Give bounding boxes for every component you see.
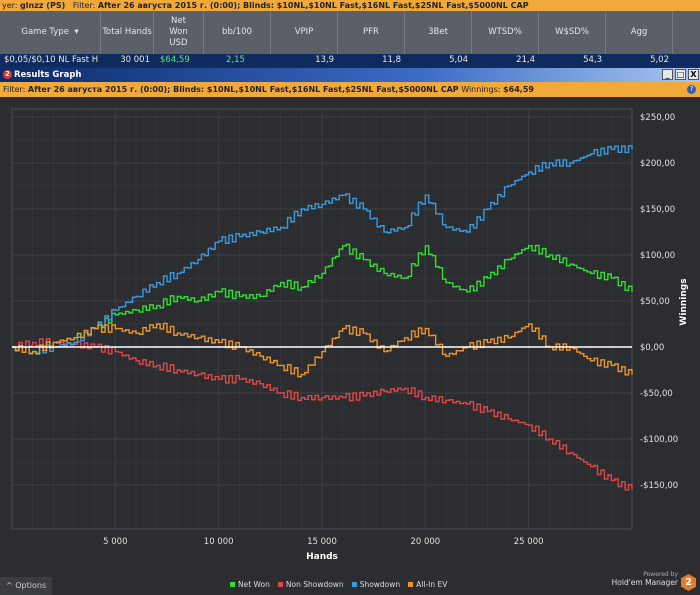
- player-label: yer:: [2, 1, 18, 10]
- legend-swatch: [351, 582, 357, 587]
- legend-item[interactable]: Net Won: [230, 580, 270, 589]
- legend-swatch: [277, 582, 283, 587]
- maximize-button[interactable]: □: [675, 69, 686, 80]
- close-button[interactable]: X: [688, 69, 699, 80]
- legend-swatch: [230, 582, 235, 587]
- y-tick-label: $50,00: [640, 297, 670, 307]
- graph-filter-bar: Filter: After 26 августа 2015 г. (0:00);…: [0, 82, 700, 97]
- x-axis-label: Hands: [306, 552, 338, 562]
- x-tick-label: 15 000: [307, 537, 337, 547]
- y-tick-label: -$50,00: [640, 389, 673, 399]
- filter-label: Filter:: [72, 1, 96, 10]
- filter-text: After 26 августа 2015 г. (0:00); Blinds:…: [97, 1, 529, 10]
- legend-label: Showdown: [359, 580, 401, 589]
- hm2-badge-icon: 2: [3, 70, 12, 79]
- y-tick-label: $250,00: [640, 113, 675, 123]
- col-agg[interactable]: Agg: [606, 11, 673, 54]
- filter-label: Filter:: [3, 85, 26, 94]
- cell-agg: 5,02: [650, 55, 669, 65]
- x-tick-label: 20 000: [410, 537, 440, 547]
- brand-name: Hold'em Manager: [611, 578, 678, 587]
- legend-swatch: [408, 582, 414, 587]
- powered-by: Powered by Hold'em Manager: [612, 571, 678, 587]
- col-wsd[interactable]: W$SD%: [539, 11, 606, 54]
- x-tick-label: 25 000: [514, 537, 544, 547]
- player-name: glnzz (PS): [20, 1, 66, 10]
- filter-text: After 26 августа 2015 г. (0:00); Blinds:…: [27, 85, 459, 94]
- winnings-label: Winnings:: [461, 85, 501, 94]
- cell-bb100: 2,15: [226, 55, 245, 65]
- top-filter-bar: yer: glnzz (PS) Filter: After 26 августа…: [0, 0, 700, 11]
- options-button[interactable]: ^ Options: [0, 577, 52, 595]
- legend-item[interactable]: All-In EV: [408, 580, 447, 589]
- legend-item[interactable]: Showdown: [351, 580, 401, 589]
- legend-item[interactable]: Non Showdown: [277, 580, 344, 589]
- minimize-button[interactable]: _: [662, 69, 673, 80]
- legend-label: Net Won: [238, 580, 270, 589]
- col-bb100[interactable]: bb/100: [204, 11, 271, 54]
- cell-game-type: $0,05/$0,10 NL Fast H: [4, 55, 99, 65]
- help-icon[interactable]: ?: [687, 85, 696, 94]
- col-pfr[interactable]: PFR: [338, 11, 405, 54]
- legend-label: Non Showdown: [285, 580, 344, 589]
- col-total-hands[interactable]: Total Hands: [101, 11, 154, 54]
- results-graph-chart: $250,00 $200,00 $150,00 $100,00 $50,00 $0,00 -…: [11, 108, 689, 562]
- col-3bet[interactable]: 3Bet: [405, 11, 472, 54]
- table-row[interactable]: $0,05/$0,10 NL Fast H 30 001 $64,59 2,15…: [0, 54, 700, 67]
- cell-total-hands: 30 001: [120, 55, 150, 65]
- cell-wtsd: 21,4: [516, 55, 535, 65]
- cell-net-won: $64,59: [160, 55, 190, 65]
- y-tick-label: -$100,00: [640, 435, 678, 445]
- cell-wsd: 54,3: [583, 55, 602, 65]
- col-game-type[interactable]: Game Type ▾: [0, 11, 101, 54]
- chart-legend: Net Won Non Showdown Showdown All-In EV: [230, 580, 447, 589]
- y-axis-label: Winnings: [679, 278, 689, 325]
- y-tick-label: $0,00: [640, 343, 664, 353]
- stats-table-header: Game Type ▾ Total Hands Net Won USD bb/1…: [0, 11, 700, 54]
- results-graph-titlebar: 2 Results Graph _ □ X: [0, 68, 700, 82]
- x-tick-label: 10 000: [204, 537, 234, 547]
- cell-pfr: 11,8: [382, 55, 401, 65]
- cell-vpip: 13,9: [315, 55, 334, 65]
- y-tick-label: $100,00: [640, 251, 675, 261]
- winnings-value: $64,59: [503, 85, 534, 94]
- legend-label: All-In EV: [416, 580, 448, 589]
- col-vpip[interactable]: VPIP: [271, 11, 338, 54]
- y-tick-label: $150,00: [640, 205, 675, 215]
- cell-3bet: 5,04: [449, 55, 468, 65]
- window-title: Results Graph: [14, 70, 82, 80]
- y-tick-label: $200,00: [640, 159, 675, 169]
- x-tick-label: 5 000: [103, 537, 127, 547]
- y-tick-label: -$150,00: [640, 481, 678, 491]
- col-wtsd[interactable]: WTSD%: [472, 11, 539, 54]
- col-net-won[interactable]: Net Won USD: [154, 11, 204, 54]
